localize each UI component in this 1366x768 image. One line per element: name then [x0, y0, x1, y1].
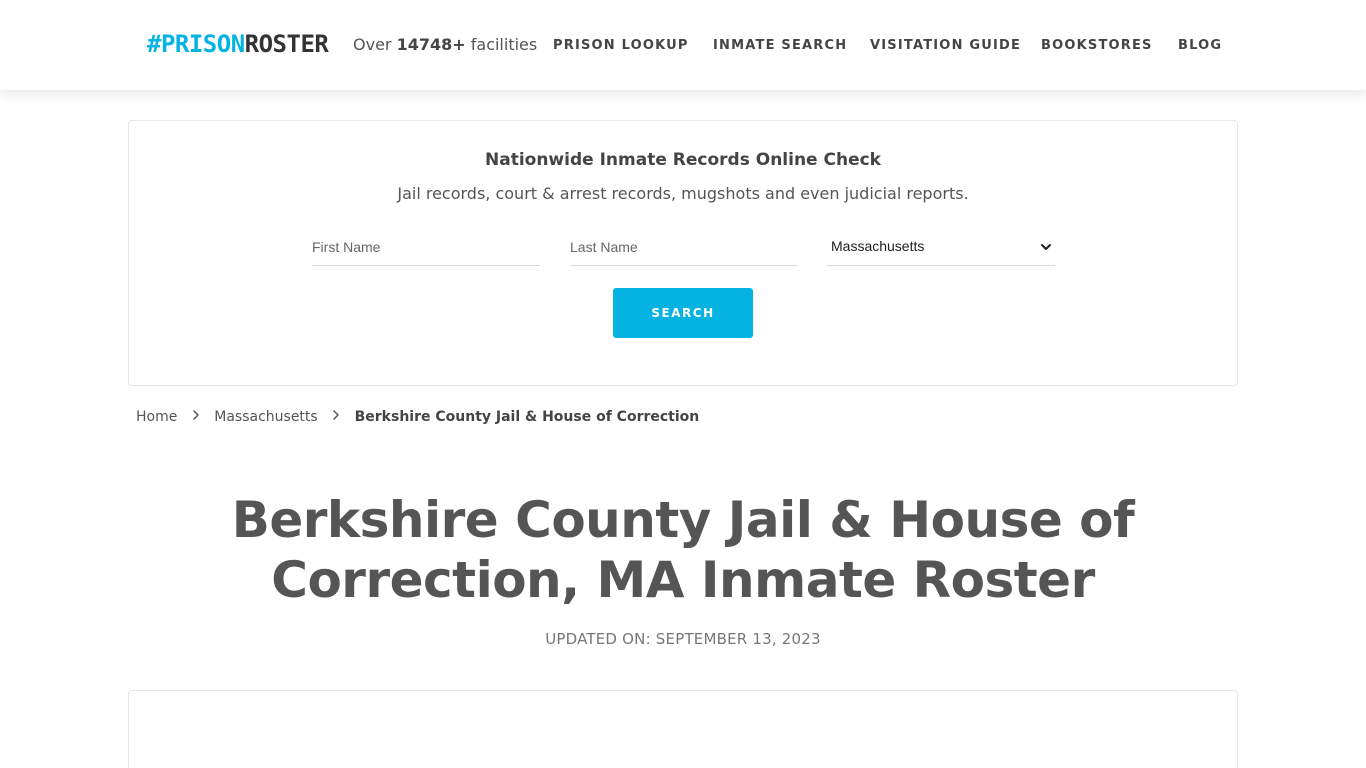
- logo-prison: PRISON: [160, 30, 245, 58]
- chevron-down-icon: [1041, 244, 1051, 250]
- logo-roster: ROSTER: [244, 30, 329, 58]
- state-select[interactable]: Massachusetts: [827, 228, 1055, 266]
- nav-bookstores[interactable]: BOOKSTORES: [1041, 37, 1153, 55]
- site-header: #PRISONROSTER Over 14748+ facilities PRI…: [0, 0, 1366, 90]
- breadcrumb: Home Massachusetts Berkshire County Jail…: [136, 407, 699, 427]
- content-card: [128, 690, 1238, 768]
- breadcrumb-current: Berkshire County Jail & House of Correct…: [354, 409, 700, 425]
- search-card-title: Nationwide Inmate Records Online Check: [485, 150, 881, 170]
- updated-date: UPDATED ON: SEPTEMBER 13, 2023: [545, 630, 821, 648]
- nav-prison-lookup[interactable]: PRISON LOOKUP: [553, 37, 689, 55]
- search-button[interactable]: SEARCH: [613, 288, 753, 338]
- nav-blog[interactable]: BLOG: [1178, 37, 1222, 55]
- breadcrumb-home[interactable]: Home: [136, 409, 177, 425]
- nav-visitation-guide[interactable]: VISITATION GUIDE: [870, 37, 1021, 55]
- page-title: Berkshire County Jail & House of Correct…: [231, 491, 1135, 609]
- facilities-count-text: Over 14748+ facilities: [353, 34, 537, 56]
- breadcrumb-state[interactable]: Massachusetts: [214, 409, 317, 425]
- logo-hash: #: [147, 30, 161, 58]
- inmate-search-card: Nationwide Inmate Records Online Check J…: [128, 120, 1238, 386]
- site-logo[interactable]: #PRISONROSTER: [147, 27, 329, 61]
- chevron-right-icon: [182, 407, 210, 427]
- facilities-count: 14748+: [396, 35, 466, 54]
- facilities-suffix: facilities: [470, 35, 538, 54]
- first-name-input[interactable]: [312, 228, 540, 266]
- search-card-subtitle: Jail records, court & arrest records, mu…: [397, 184, 969, 203]
- last-name-input[interactable]: [570, 228, 798, 266]
- facilities-prefix: Over: [353, 35, 392, 54]
- chevron-right-icon: [322, 407, 350, 427]
- nav-inmate-search[interactable]: INMATE SEARCH: [713, 37, 847, 55]
- state-select-value: Massachusetts: [831, 238, 925, 254]
